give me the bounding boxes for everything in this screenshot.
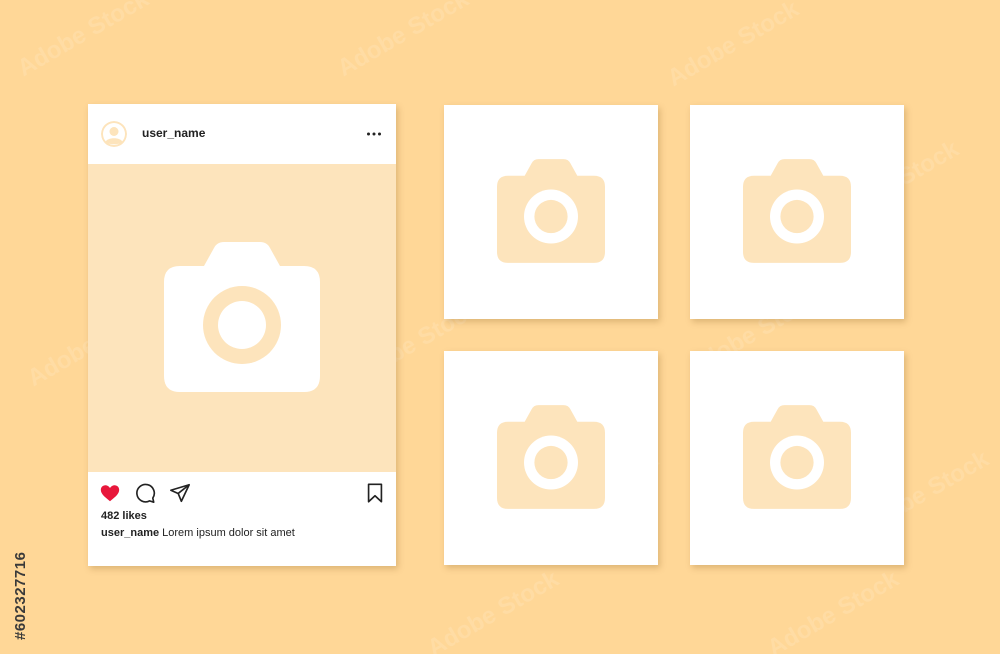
post-card: user_name 482 likes user_name Lorem ipsu… [88, 104, 396, 566]
grid-tile[interactable] [690, 105, 904, 319]
grid-tile[interactable] [444, 105, 658, 319]
camera-icon [497, 405, 605, 509]
post-header: user_name [88, 104, 396, 164]
watermark-text: Adobe Stock [422, 565, 564, 654]
watermark-text: Adobe Stock [662, 0, 804, 92]
user-avatar-icon[interactable] [101, 121, 127, 147]
caption-username[interactable]: user_name [101, 527, 159, 539]
post-caption: user_name Lorem ipsum dolor sit amet [101, 527, 295, 539]
send-icon[interactable] [169, 482, 191, 504]
camera-icon [743, 405, 851, 509]
comment-bubble-icon[interactable] [134, 482, 156, 504]
watermark-text: Adobe Stock [12, 0, 154, 82]
post-username[interactable]: user_name [142, 126, 205, 140]
post-actions [88, 482, 396, 506]
camera-icon [743, 159, 851, 263]
stock-image-id-text: #602327716 [12, 551, 29, 640]
camera-icon [164, 242, 320, 392]
post-image[interactable] [88, 164, 396, 472]
camera-icon [497, 159, 605, 263]
stock-image-id: #602327716 [10, 420, 32, 640]
grid-tile[interactable] [444, 351, 658, 565]
more-horizontal-icon[interactable] [366, 126, 382, 142]
grid-tile[interactable] [690, 351, 904, 565]
watermark-text: Adobe Stock [332, 0, 474, 82]
caption-text: Lorem ipsum dolor sit amet [159, 527, 295, 539]
heart-icon[interactable] [99, 482, 121, 504]
watermark-text: Adobe Stock [762, 565, 904, 654]
likes-count[interactable]: 482 likes [101, 510, 147, 522]
bookmark-icon[interactable] [364, 482, 386, 504]
